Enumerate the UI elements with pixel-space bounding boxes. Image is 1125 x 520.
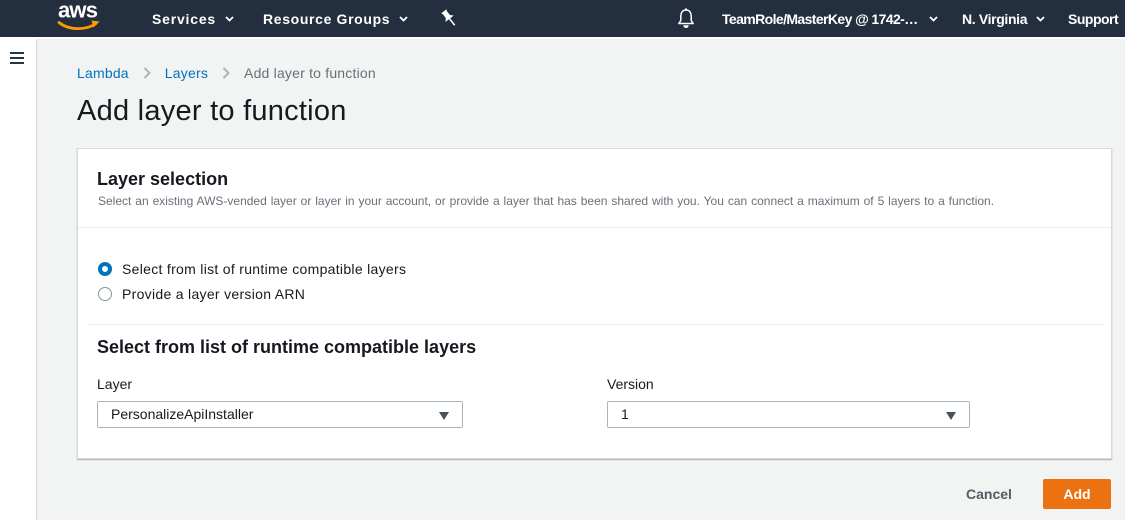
svg-text:aws: aws xyxy=(58,3,98,23)
